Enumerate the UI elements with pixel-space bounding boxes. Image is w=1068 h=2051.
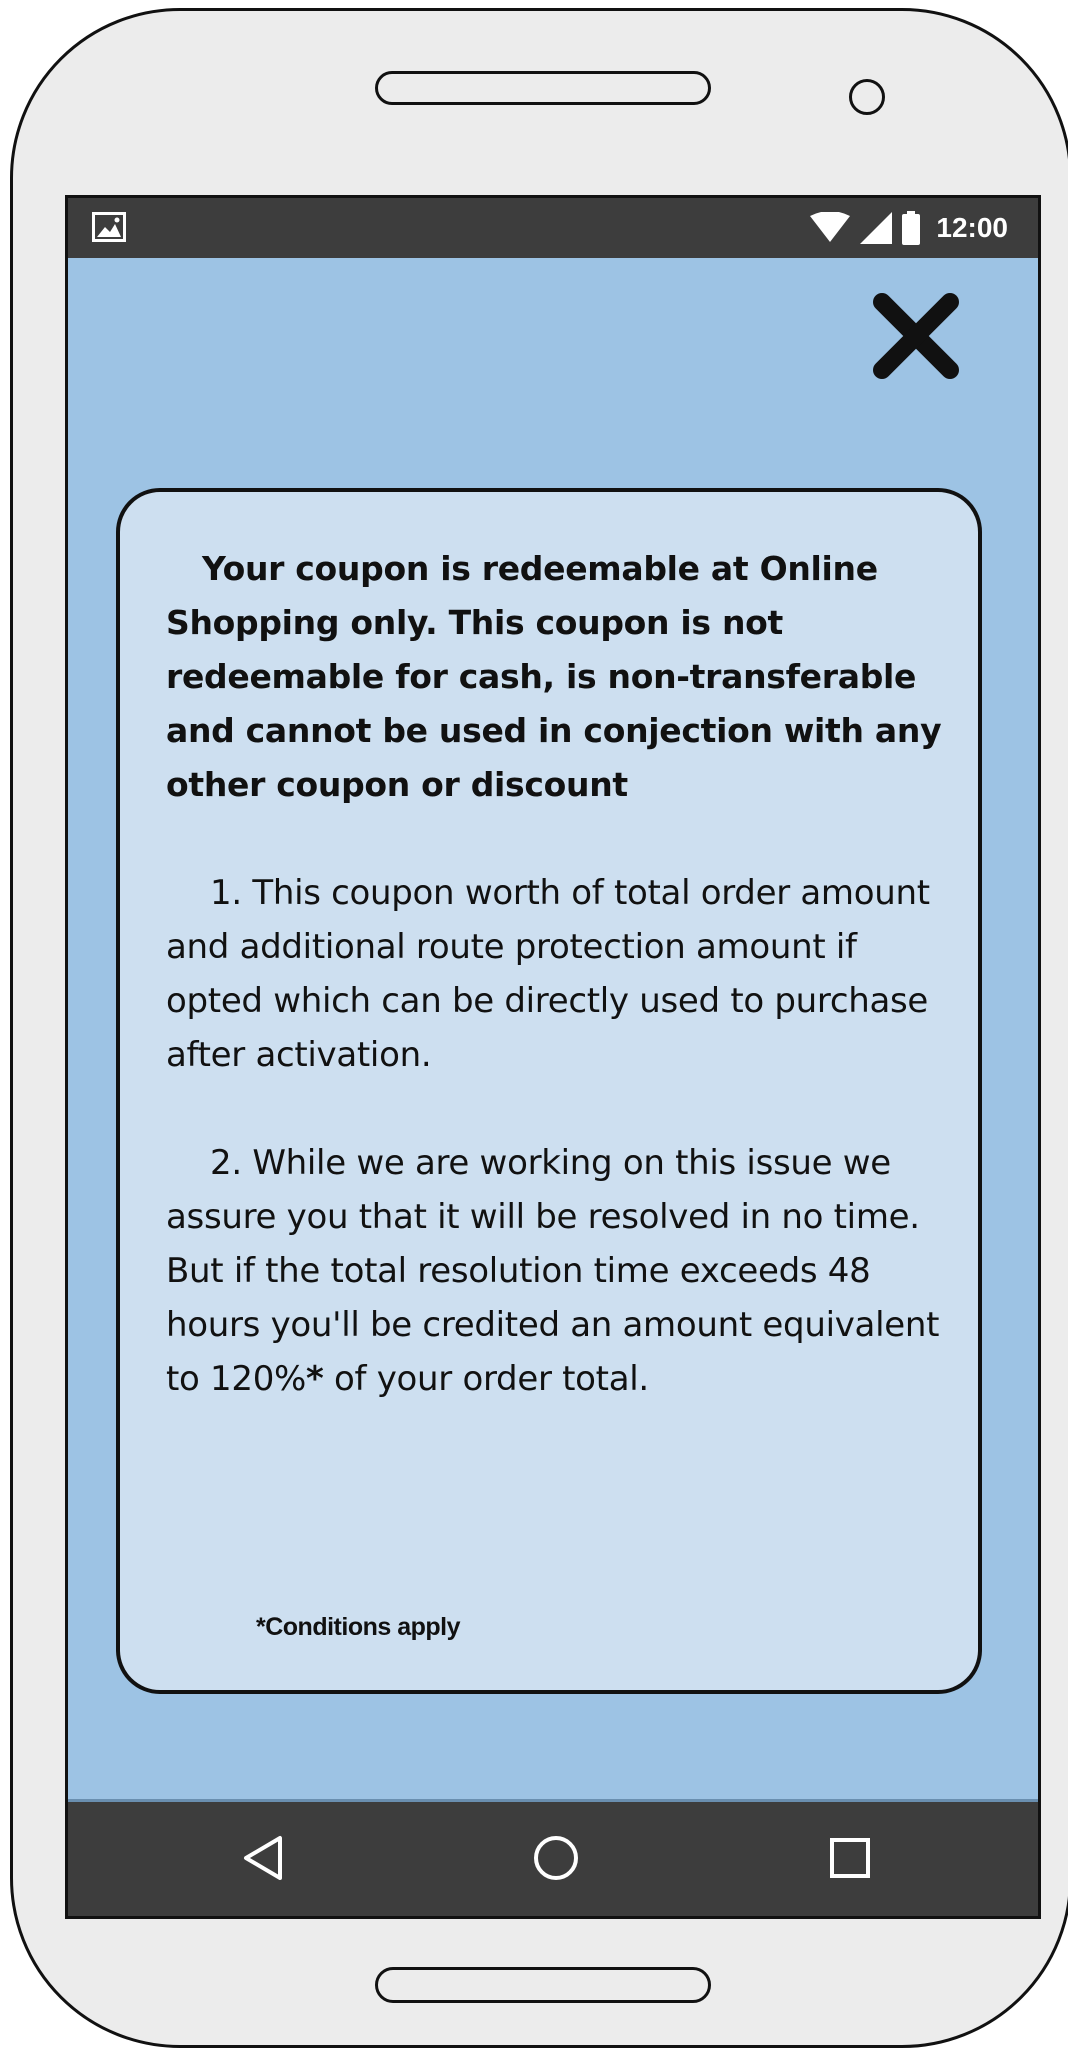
term-text: of your order total. [323,1359,649,1399]
term-item-1: 1. This coupon worth of total order amou… [166,866,956,1082]
status-indicators: 12:00 [810,208,1008,248]
bottom-speaker-slot [375,1967,711,2003]
term-item-2: 2. While we are working on this issue we… [166,1136,956,1406]
back-icon[interactable] [234,1828,294,1888]
term-asterisk: * [306,1359,324,1399]
coupon-headline: Your coupon is redeemable at Online Shop… [166,549,942,804]
earpiece-speaker [375,71,711,105]
status-bar: 12:00 [68,198,1038,258]
image-icon [92,212,126,242]
phone-frame: 12:00 Your coupon is redeemable at Onlin… [10,8,1068,2048]
front-camera [849,79,885,115]
conditions-apply-note: *Conditions apply [256,1613,461,1641]
battery-icon [902,211,921,245]
screen: 12:00 Your coupon is redeemable at Onlin… [65,195,1041,1919]
navigation-bar [68,1799,1038,1916]
coupon-terms-card: Your coupon is redeemable at Online Shop… [116,488,982,1694]
status-time: 12:00 [936,212,1008,243]
term-text: 1. This coupon worth of total order amou… [166,873,930,1075]
wifi-icon [810,212,851,242]
recents-icon[interactable] [820,1828,880,1888]
close-icon[interactable] [868,288,964,384]
signal-icon [860,212,893,244]
coupon-terms-content: Your coupon is redeemable at Online Shop… [166,542,956,1406]
home-icon[interactable] [526,1828,586,1888]
